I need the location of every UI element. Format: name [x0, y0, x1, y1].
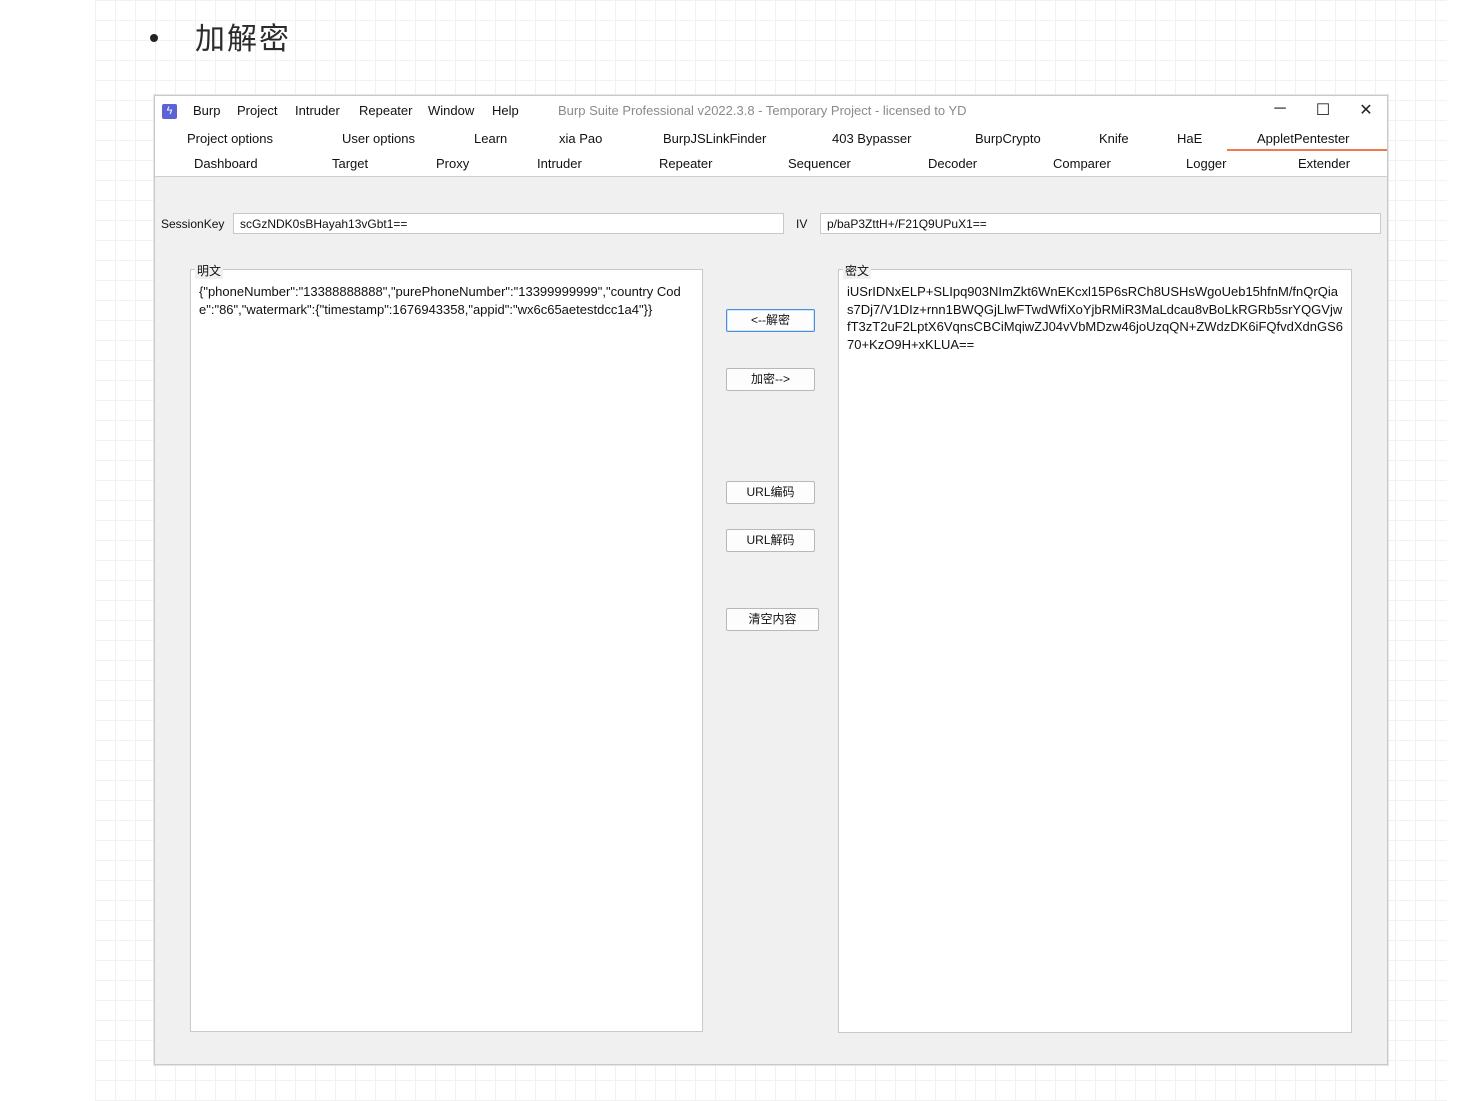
tab-xia-pao[interactable]: xia Pao: [559, 131, 602, 146]
burp-lightning-icon: ϟ: [162, 104, 177, 119]
menu-repeater[interactable]: Repeater: [359, 103, 412, 118]
plaintext-panel: 明文 {"phoneNumber":"13388888888","purePho…: [190, 262, 703, 1032]
tab-repeater[interactable]: Repeater: [659, 156, 712, 171]
tab-proxy[interactable]: Proxy: [436, 156, 469, 171]
plaintext-textarea[interactable]: {"phoneNumber":"13388888888","purePhoneN…: [199, 283, 695, 1023]
encrypt-button[interactable]: 加密-->: [726, 368, 815, 391]
tab-learn[interactable]: Learn: [474, 131, 507, 146]
tab-knife[interactable]: Knife: [1099, 131, 1129, 146]
tool-tabs: Dashboard Target Proxy Intruder Repeater…: [155, 151, 1387, 177]
title-bar: ϟ Burp Project Intruder Repeater Window …: [155, 96, 1387, 126]
tab-target[interactable]: Target: [332, 156, 368, 171]
iv-input[interactable]: p/baP3ZttH+/F21Q9UPuX1==: [820, 213, 1381, 234]
tab-user-options[interactable]: User options: [342, 131, 415, 146]
tab-decoder[interactable]: Decoder: [928, 156, 977, 171]
plaintext-label: 明文: [195, 262, 224, 279]
tab-hae[interactable]: HaE: [1177, 131, 1202, 146]
menu-help[interactable]: Help: [492, 103, 519, 118]
burp-window: ϟ Burp Project Intruder Repeater Window …: [154, 95, 1388, 1065]
ciphertext-textarea[interactable]: iUSrIDNxELP+SLIpq903NImZkt6WnEKcxl15P6sR…: [847, 283, 1343, 1023]
tab-intruder[interactable]: Intruder: [537, 156, 582, 171]
heading-line: 加解密: [150, 14, 291, 58]
tab-logger[interactable]: Logger: [1186, 156, 1226, 171]
session-key-input[interactable]: scGzNDK0sBHayah13vGbt1==: [233, 213, 784, 234]
menu-window[interactable]: Window: [428, 103, 474, 118]
iv-label: IV: [796, 217, 808, 231]
url-decode-button[interactable]: URL解码: [726, 529, 815, 552]
menu-project[interactable]: Project: [237, 103, 277, 118]
tab-burpjslinkfinder[interactable]: BurpJSLinkFinder: [663, 131, 766, 146]
url-encode-button[interactable]: URL编码: [726, 481, 815, 504]
decrypt-button[interactable]: <--解密: [726, 309, 815, 332]
bullet-icon: [150, 34, 158, 42]
tab-dashboard[interactable]: Dashboard: [194, 156, 258, 171]
ciphertext-panel: 密文 iUSrIDNxELP+SLIpq903NImZkt6WnEKcxl15P…: [838, 262, 1352, 1033]
tab-project-options[interactable]: Project options: [187, 131, 273, 146]
clear-button[interactable]: 清空内容: [726, 608, 819, 631]
menu-burp[interactable]: Burp: [193, 103, 220, 118]
session-key-label: SessionKey: [161, 217, 225, 231]
tab-burpcrypto[interactable]: BurpCrypto: [975, 131, 1041, 146]
minimize-icon[interactable]: ─: [1270, 100, 1290, 118]
tab-403-bypasser[interactable]: 403 Bypasser: [832, 131, 912, 146]
tab-appletpentester[interactable]: AppletPentester: [1257, 131, 1350, 146]
page-heading: 加解密: [195, 22, 291, 57]
extension-tabs: Project options User options Learn xia P…: [155, 126, 1387, 151]
menu-intruder[interactable]: Intruder: [295, 103, 340, 118]
tab-extender[interactable]: Extender: [1298, 156, 1350, 171]
tab-sequencer[interactable]: Sequencer: [788, 156, 851, 171]
tab-comparer[interactable]: Comparer: [1053, 156, 1111, 171]
ciphertext-label: 密文: [843, 262, 872, 279]
close-icon[interactable]: ✕: [1356, 100, 1376, 120]
window-title: Burp Suite Professional v2022.3.8 - Temp…: [558, 103, 967, 118]
maximize-icon[interactable]: ☐: [1313, 100, 1333, 120]
